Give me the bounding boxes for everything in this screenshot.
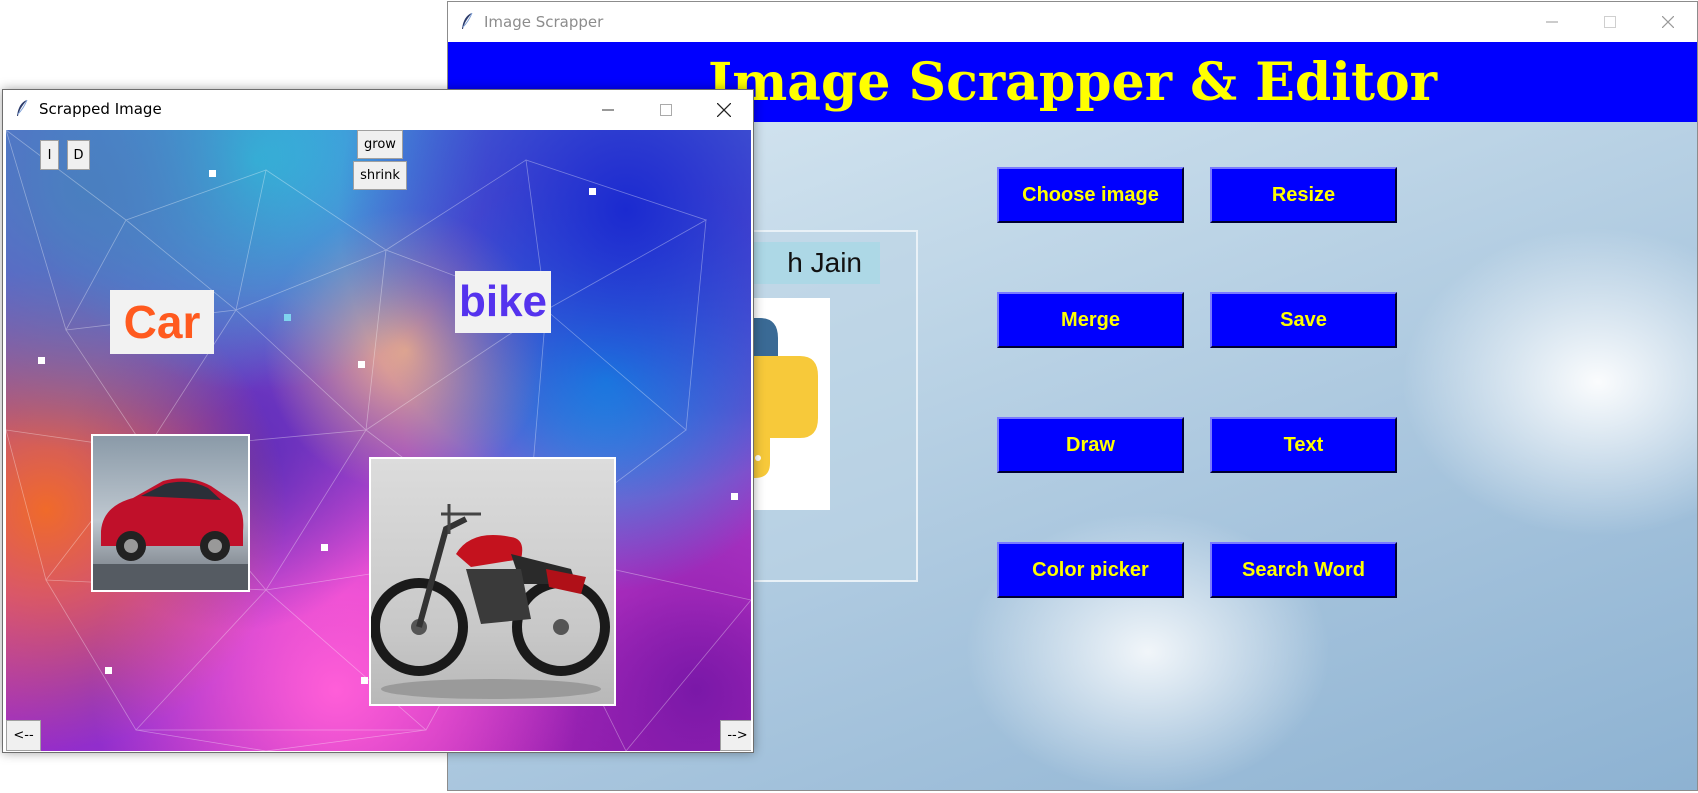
marker-dot xyxy=(284,314,291,321)
main-titlebar[interactable]: Image Scrapper xyxy=(448,2,1697,41)
marker-dot xyxy=(38,357,45,364)
maximize-icon xyxy=(660,103,672,116)
marker-dot xyxy=(321,544,328,551)
window-title: Scrapped Image xyxy=(39,100,162,118)
shrink-button[interactable]: shrink xyxy=(353,161,407,190)
scrap-canvas[interactable]: I D grow shrink Car bike <-- --> xyxy=(6,130,751,751)
marker-dot xyxy=(105,667,112,674)
maximize-button[interactable] xyxy=(637,90,695,129)
marker-dot xyxy=(731,493,738,500)
marker-dot xyxy=(361,677,368,684)
next-button[interactable]: --> xyxy=(720,720,751,751)
grow-button[interactable]: grow xyxy=(357,130,403,159)
d-button[interactable]: D xyxy=(67,140,90,170)
minimize-icon xyxy=(602,109,614,110)
draw-button[interactable]: Draw xyxy=(997,417,1184,473)
feather-icon xyxy=(462,12,473,29)
marker-dot xyxy=(358,361,365,368)
close-button[interactable] xyxy=(695,90,753,129)
i-button[interactable]: I xyxy=(40,140,59,170)
car-photo[interactable] xyxy=(91,434,250,592)
scrap-titlebar[interactable]: Scrapped Image xyxy=(3,90,753,128)
choose-image-button[interactable]: Choose image xyxy=(997,167,1184,223)
previous-button[interactable]: <-- xyxy=(6,720,41,751)
maximize-button[interactable] xyxy=(1581,2,1639,41)
minimize-button[interactable] xyxy=(1523,2,1581,41)
text-button[interactable]: Text xyxy=(1210,417,1397,473)
save-button[interactable]: Save xyxy=(1210,292,1397,348)
color-picker-button[interactable]: Color picker xyxy=(997,542,1184,598)
marker-dot xyxy=(209,170,216,177)
close-icon xyxy=(717,102,731,117)
car-label[interactable]: Car xyxy=(110,290,214,354)
bike-label[interactable]: bike xyxy=(455,271,551,333)
search-word-button[interactable]: Search Word xyxy=(1210,542,1397,598)
resize-button[interactable]: Resize xyxy=(1210,167,1397,223)
window-title: Image Scrapper xyxy=(484,12,604,31)
scrapped-image-window: Scrapped Image I D grow shrink Car bike … xyxy=(2,89,754,753)
minimize-icon xyxy=(1546,21,1558,22)
feather-icon xyxy=(17,99,28,116)
marker-dot xyxy=(589,188,596,195)
merge-button[interactable]: Merge xyxy=(997,292,1184,348)
maximize-icon xyxy=(1604,15,1616,28)
close-icon xyxy=(1662,15,1674,28)
close-button[interactable] xyxy=(1639,2,1697,41)
motorcycle-photo[interactable] xyxy=(369,457,616,706)
minimize-button[interactable] xyxy=(579,90,637,129)
